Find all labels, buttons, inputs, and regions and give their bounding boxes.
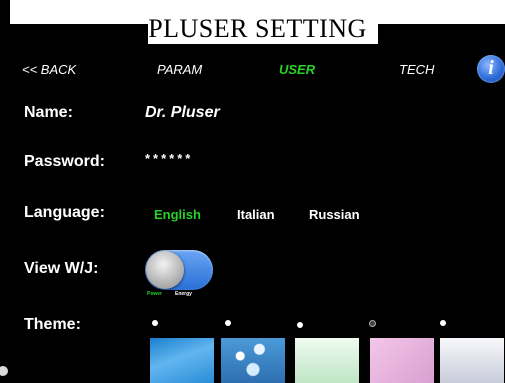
tab-param[interactable]: PARAM xyxy=(157,62,202,77)
theme-swatch-bubbles[interactable] xyxy=(221,338,285,383)
language-option-italian[interactable]: Italian xyxy=(237,207,275,222)
back-button[interactable]: << BACK xyxy=(22,62,76,77)
name-value[interactable]: Dr. Pluser xyxy=(145,104,220,122)
theme-radio-4[interactable] xyxy=(369,320,376,327)
language-option-english[interactable]: English xyxy=(154,207,201,222)
view-toggle[interactable] xyxy=(145,250,213,290)
theme-label: Theme: xyxy=(24,316,81,333)
theme-swatch-silver[interactable] xyxy=(440,338,504,383)
theme-radio-2[interactable] xyxy=(225,320,231,326)
tab-user[interactable]: USER xyxy=(279,62,315,77)
theme-radio-3[interactable] xyxy=(297,322,303,328)
info-button[interactable]: i xyxy=(477,55,505,83)
password-label: Password: xyxy=(24,153,105,170)
language-option-russian[interactable]: Russian xyxy=(309,207,360,222)
toggle-knob xyxy=(146,251,184,289)
page-title: PLUSER SETTING xyxy=(148,14,367,43)
view-label: View W/J: xyxy=(24,260,99,277)
theme-radio-1[interactable] xyxy=(152,320,158,326)
theme-swatch-water[interactable] xyxy=(150,338,214,383)
theme-swatch-mint[interactable] xyxy=(295,338,359,383)
toggle-energy-label: Energy xyxy=(175,291,192,297)
language-label: Language: xyxy=(24,204,105,221)
password-value[interactable]: ****** xyxy=(145,151,193,166)
tab-tech[interactable]: TECH xyxy=(399,62,434,77)
theme-radio-5[interactable] xyxy=(440,320,446,326)
toggle-power-label: Power xyxy=(147,291,163,297)
info-icon: i xyxy=(488,57,494,79)
corner-circle xyxy=(0,366,8,376)
theme-swatch-pink[interactable] xyxy=(370,338,434,383)
name-label: Name: xyxy=(24,104,73,121)
